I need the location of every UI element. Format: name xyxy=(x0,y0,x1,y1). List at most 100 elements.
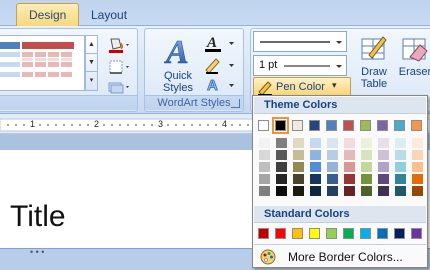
theme-shade-swatch[interactable] xyxy=(276,186,287,196)
theme-shade-swatch[interactable] xyxy=(259,150,270,160)
theme-color-swatch[interactable] xyxy=(377,120,388,131)
theme-color-swatch[interactable] xyxy=(394,120,405,131)
theme-shade-swatch[interactable] xyxy=(327,174,338,184)
theme-shade-swatch[interactable] xyxy=(276,162,287,172)
theme-shade-swatch[interactable] xyxy=(395,162,406,172)
theme-shade-swatch[interactable] xyxy=(293,150,304,160)
quick-styles-button[interactable]: A Quick Styles xyxy=(151,33,205,94)
quick-styles-label: Quick Styles xyxy=(163,70,193,94)
theme-shade-swatch[interactable] xyxy=(344,150,355,160)
draw-table-label: Draw Table xyxy=(360,66,388,90)
theme-shade-swatch[interactable] xyxy=(276,138,287,148)
theme-shade-swatch[interactable] xyxy=(310,186,321,196)
theme-shade-swatch[interactable] xyxy=(378,150,389,160)
theme-color-swatch[interactable] xyxy=(258,120,269,131)
resize-handle-icon[interactable]: • • • xyxy=(30,247,44,257)
theme-shade-swatch[interactable] xyxy=(344,174,355,184)
gallery-more-icon[interactable]: ▾ xyxy=(86,72,97,90)
theme-shade-swatch[interactable] xyxy=(412,150,423,160)
theme-shade-swatch[interactable] xyxy=(259,186,270,196)
theme-color-swatch[interactable] xyxy=(292,120,303,131)
theme-shade-swatch[interactable] xyxy=(395,150,406,160)
text-fill-button[interactable]: A xyxy=(201,33,241,53)
text-outline-button[interactable] xyxy=(201,55,241,75)
tab-layout[interactable]: Layout xyxy=(78,3,140,27)
theme-shade-swatch[interactable] xyxy=(378,162,389,172)
shading-button[interactable] xyxy=(105,35,131,55)
theme-shade-swatch[interactable] xyxy=(361,162,372,172)
theme-shade-swatch[interactable] xyxy=(276,150,287,160)
gallery-scrollbar[interactable]: ▲ ▼ ▾ xyxy=(85,35,98,91)
theme-shade-swatch[interactable] xyxy=(412,186,423,196)
theme-shade-swatch[interactable] xyxy=(361,138,372,148)
standard-color-swatch[interactable] xyxy=(258,228,269,239)
theme-color-swatch[interactable] xyxy=(343,120,354,131)
eraser-button[interactable]: Eraser xyxy=(395,33,430,78)
theme-shade-swatch[interactable] xyxy=(259,162,270,172)
theme-color-swatch[interactable] xyxy=(360,120,371,131)
pen-color-button[interactable]: Pen Color ▾ xyxy=(253,77,351,97)
theme-shade-swatch[interactable] xyxy=(344,138,355,148)
effects-button[interactable] xyxy=(105,77,131,97)
borders-button[interactable] xyxy=(105,57,131,77)
theme-shade-swatch[interactable] xyxy=(344,186,355,196)
theme-shade-swatch[interactable] xyxy=(378,138,389,148)
gallery-up-arrow-icon[interactable]: ▲ xyxy=(86,36,97,54)
theme-shade-swatch[interactable] xyxy=(327,186,338,196)
ruler-mark: 1 xyxy=(30,119,36,129)
theme-shade-swatch[interactable] xyxy=(310,162,321,172)
line-style-select[interactable] xyxy=(253,31,347,52)
theme-shade-swatch[interactable] xyxy=(344,162,355,172)
theme-shade-swatch[interactable] xyxy=(395,186,406,196)
theme-shade-swatch[interactable] xyxy=(361,150,372,160)
theme-shade-swatch[interactable] xyxy=(259,138,270,148)
theme-shade-swatch[interactable] xyxy=(395,174,406,184)
text-effects-button[interactable]: A xyxy=(201,75,241,95)
theme-shade-swatch[interactable] xyxy=(293,162,304,172)
theme-color-swatch[interactable] xyxy=(411,120,422,131)
standard-color-swatch[interactable] xyxy=(377,228,388,239)
theme-shade-swatch[interactable] xyxy=(310,138,321,148)
ruler-mark: 3 xyxy=(158,119,164,129)
theme-shade-swatch[interactable] xyxy=(412,138,423,148)
theme-shade-swatch[interactable] xyxy=(259,174,270,184)
wordart-launcher-icon[interactable] xyxy=(231,99,240,108)
theme-shade-swatch[interactable] xyxy=(310,150,321,160)
theme-shade-swatch[interactable] xyxy=(327,150,338,160)
theme-shade-swatch[interactable] xyxy=(378,174,389,184)
gallery-down-arrow-icon[interactable]: ▼ xyxy=(86,54,97,72)
pen-color-label: Pen Color xyxy=(276,81,325,93)
theme-shade-swatch[interactable] xyxy=(293,186,304,196)
theme-shade-swatch[interactable] xyxy=(293,174,304,184)
line-weight-select[interactable]: 1 pt xyxy=(253,55,347,76)
theme-color-swatch[interactable] xyxy=(309,120,320,131)
theme-shade-swatch[interactable] xyxy=(327,162,338,172)
table-style-blue-thumb[interactable] xyxy=(0,42,20,86)
standard-color-swatch[interactable] xyxy=(343,228,354,239)
theme-shade-swatch[interactable] xyxy=(378,186,389,196)
theme-shade-swatch[interactable] xyxy=(276,174,287,184)
standard-color-swatch[interactable] xyxy=(275,228,286,239)
theme-color-swatch[interactable] xyxy=(326,120,337,131)
document-title[interactable]: Title xyxy=(10,200,66,234)
theme-shade-swatch[interactable] xyxy=(293,138,304,148)
theme-shade-swatch[interactable] xyxy=(412,174,423,184)
theme-shade-swatch[interactable] xyxy=(412,162,423,172)
standard-color-swatch[interactable] xyxy=(309,228,320,239)
theme-shade-swatch[interactable] xyxy=(310,174,321,184)
more-border-colors-item[interactable]: More Border Colors... xyxy=(254,247,426,267)
draw-table-button[interactable]: Draw Table xyxy=(355,33,393,90)
standard-color-swatch[interactable] xyxy=(394,228,405,239)
theme-shade-swatch[interactable] xyxy=(361,174,372,184)
theme-shade-swatch[interactable] xyxy=(395,138,406,148)
standard-color-swatch[interactable] xyxy=(292,228,303,239)
standard-color-swatch[interactable] xyxy=(360,228,371,239)
table-style-red-thumb[interactable] xyxy=(22,42,74,86)
theme-shade-swatch[interactable] xyxy=(361,186,372,196)
tab-design[interactable]: Design xyxy=(16,3,80,27)
theme-color-swatch[interactable] xyxy=(272,117,289,134)
theme-shade-swatch[interactable] xyxy=(327,138,338,148)
draw-table-icon xyxy=(361,36,387,60)
standard-color-swatch[interactable] xyxy=(411,228,422,239)
standard-color-swatch[interactable] xyxy=(326,228,337,239)
